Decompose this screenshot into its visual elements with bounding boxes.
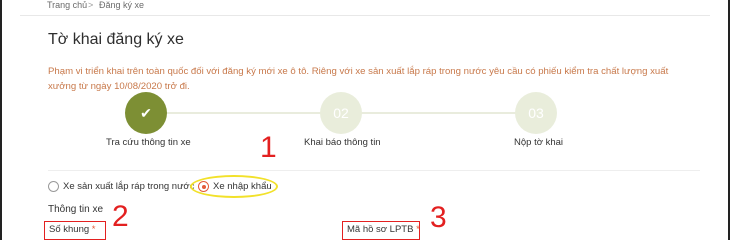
vehicle-info-heading: Thông tin xe — [48, 204, 104, 215]
section-divider — [48, 170, 700, 171]
breadcrumb-divider — [20, 15, 710, 16]
radio-checked-icon[interactable] — [198, 181, 209, 192]
chassis-number-label-text: Số khung — [49, 224, 90, 235]
page-title: Tờ khai đăng ký xe — [48, 31, 184, 48]
radio-domestic-label: Xe sản xuất lắp ráp trong nước — [63, 181, 195, 192]
chassis-number-label: Số khung * — [44, 221, 106, 240]
radio-unchecked-icon[interactable] — [48, 181, 59, 192]
breadcrumb-home-link[interactable]: Trang chủ — [47, 0, 87, 10]
radio-imported-label: Xe nhập khẩu — [213, 181, 272, 192]
step-2-number: 02 — [320, 92, 362, 134]
step-3-label: Nộp tờ khai — [514, 137, 564, 148]
step-3-number: 03 — [515, 92, 557, 134]
annotation-number-1: 1 — [260, 131, 277, 164]
breadcrumb-current: Đăng ký xe — [99, 0, 145, 10]
required-mark: * — [91, 224, 96, 235]
step-1-check-icon: ✔ — [125, 92, 167, 134]
required-mark: * — [416, 224, 420, 235]
breadcrumb: Trang chủ > Đăng ký xe — [2, 0, 728, 14]
registration-fee-code-label-text: Mã hồ sơ LPTB — [347, 224, 414, 235]
step-1-label: Tra cứu thông tin xe — [106, 137, 191, 148]
registration-fee-code-label: Mã hồ sơ LPTB * — [342, 221, 420, 240]
stepper-connector — [358, 112, 516, 114]
step-2-label: Khai báo thông tin — [304, 137, 381, 148]
breadcrumb-separator: > — [88, 0, 94, 10]
annotation-number-2: 2 — [112, 200, 129, 233]
stepper-connector — [160, 112, 323, 114]
annotation-number-3: 3 — [430, 201, 447, 234]
notice-text: Phạm vi triển khai trên toàn quốc đối vớ… — [48, 66, 669, 92]
